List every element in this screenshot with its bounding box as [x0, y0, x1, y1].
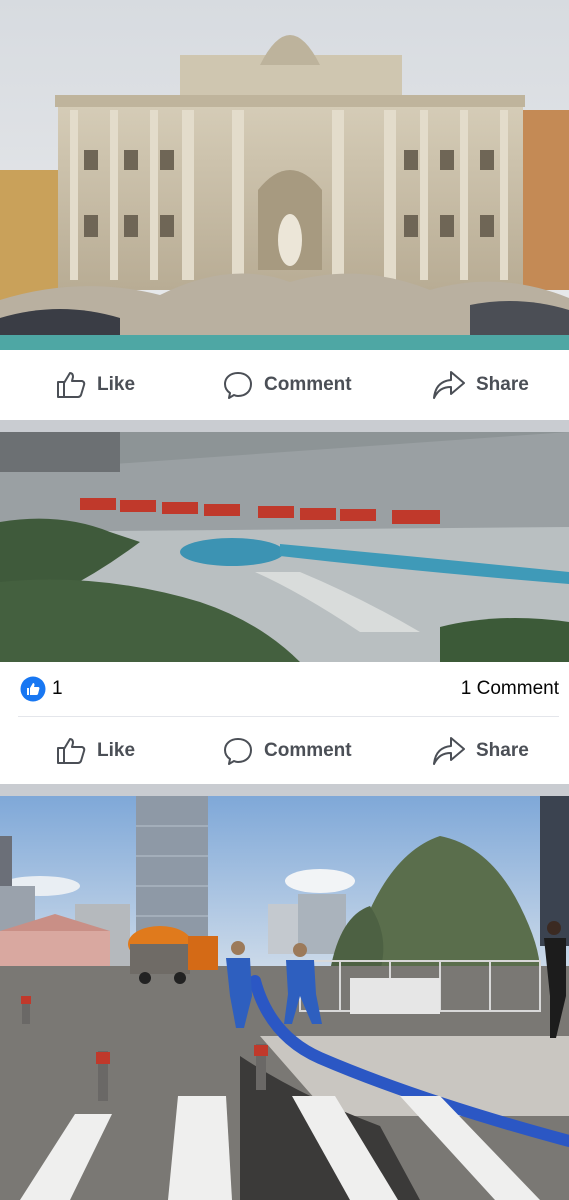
comment-button[interactable]: Comment [222, 350, 352, 420]
like-button[interactable]: Like [55, 350, 135, 420]
share-arrow-icon [432, 735, 466, 767]
comment-count[interactable]: 1 Comment [461, 678, 559, 700]
comment-bubble-icon [222, 369, 254, 401]
like-label: Like [97, 740, 136, 761]
post1-action-bar: Like Comment Share [0, 350, 569, 420]
comment-label: Comment [264, 740, 352, 761]
comment-label: Comment [264, 374, 352, 395]
post1-photo[interactable] [0, 0, 569, 350]
share-button[interactable]: Share [432, 718, 529, 784]
post-separator [0, 420, 569, 432]
like-label: Like [97, 374, 136, 395]
thumbs-up-icon [55, 369, 87, 401]
like-button[interactable]: Like [55, 718, 135, 784]
post3-photo[interactable] [0, 796, 569, 1200]
thumbs-up-icon [55, 735, 87, 767]
share-label: Share [476, 740, 529, 761]
share-label: Share [476, 374, 529, 395]
post2-reactions-row: 1 1 Comment [0, 662, 569, 716]
reaction-count[interactable]: 1 [52, 678, 63, 700]
like-reaction-icon[interactable] [20, 676, 46, 707]
comment-bubble-icon [222, 735, 254, 767]
post2-photo[interactable] [0, 432, 569, 662]
post2-action-bar: Like Comment Share [0, 718, 569, 784]
share-button[interactable]: Share [432, 350, 529, 420]
post-separator [0, 784, 569, 796]
share-arrow-icon [432, 369, 466, 401]
divider-line [18, 716, 559, 717]
comment-button[interactable]: Comment [222, 718, 352, 784]
